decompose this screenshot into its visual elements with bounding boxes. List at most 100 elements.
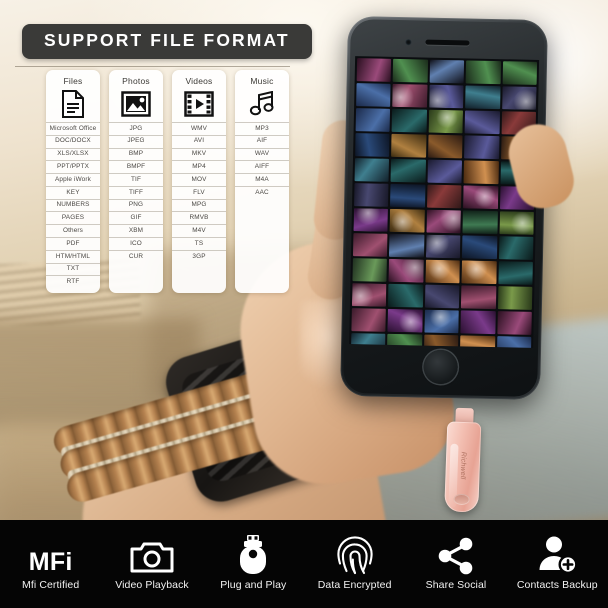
phone-screen[interactable] [349,56,540,348]
photo-thumbnail[interactable] [428,84,464,109]
format-item: TXT [46,262,100,276]
photo-thumbnail[interactable] [354,183,389,207]
photo-thumbnail[interactable] [355,133,390,157]
photo-thumbnail[interactable] [393,58,428,83]
supported-formats-panel: Files Microsoft Office DOC/DOCX XLS/XLSX PPT… [46,70,289,294]
feature-contacts-backup: Contacts Backup [507,536,608,591]
usb-flash-drive: Richwell [444,407,482,513]
photo-thumbnail[interactable] [429,59,465,84]
photo-thumbnail[interactable] [356,83,391,107]
photo-thumbnail[interactable] [353,208,389,232]
photo-thumbnail[interactable] [463,185,499,210]
photo-thumbnail[interactable] [460,310,496,335]
earpiece-speaker [425,39,470,46]
photo-thumbnail[interactable] [427,159,463,184]
photo-thumbnail[interactable] [496,311,532,335]
music-note-icon [248,89,276,119]
photo-thumbnail[interactable] [352,233,388,257]
format-item: KEY [46,185,100,199]
photo-thumbnail[interactable] [356,58,392,82]
feature-label: Mfi Certified [22,579,80,591]
photo-thumbnail[interactable] [464,135,500,160]
photo-thumbnail[interactable] [427,134,463,159]
feature-plug-and-play: Plug and Play [203,535,304,591]
feature-label: Video Playback [115,579,189,591]
photo-thumbnail[interactable] [501,86,537,110]
photo-thumbnail[interactable] [462,210,498,235]
format-item: JPEG [109,134,163,148]
format-item: MP4 [172,160,226,173]
photo-thumbnail[interactable] [426,184,462,209]
contacts-add-icon [537,536,578,575]
format-item: BMP [109,147,163,161]
format-item: FLV [172,185,226,199]
photo-thumbnail[interactable] [425,234,461,259]
photo-thumbnail[interactable] [465,60,501,85]
photo-thumbnail[interactable] [465,85,501,110]
usb-drive-body: Richwell [444,421,482,513]
format-item: MOV [172,173,226,186]
feature-label: Share Social [425,579,487,591]
photo-thumbnail[interactable] [464,110,500,135]
mfi-logo-text: MFi [28,548,73,576]
format-item: BMPF [109,160,163,173]
photo-thumbnail[interactable] [461,260,497,285]
format-item: DOC/DOCX [46,134,100,148]
photo-thumbnail[interactable] [426,209,462,234]
photo-thumbnail[interactable] [424,309,460,334]
format-item: M4A [235,173,289,186]
format-card-music: Music MP3 AIF WAV AIFF M4A AAC [235,70,289,294]
photo-thumbnail[interactable] [462,235,498,260]
photo-gallery-grid[interactable] [349,56,539,348]
format-list: Microsoft Office DOC/DOCX XLS/XLSX PPT/PPTX… [46,122,100,288]
format-item: AAC [235,185,289,199]
format-card-photos: Photos JPG JPEG BMP BMPF TIF TIFF PNG GIF XBM ICO C… [109,70,163,294]
photo-thumbnail[interactable] [390,183,426,208]
photo-thumbnail[interactable] [424,284,460,309]
photo-thumbnail[interactable] [392,83,428,108]
photo-thumbnail[interactable] [351,283,387,307]
format-item: Others [46,224,100,237]
photo-thumbnail[interactable] [355,108,391,132]
format-list: MP3 AIF WAV AIFF M4A AAC [235,122,289,199]
photo-thumbnail[interactable] [390,158,426,183]
photo-thumbnail[interactable] [388,283,424,308]
photo-thumbnail[interactable] [496,336,532,348]
banner-title: SUPPORT FILE FORMAT [44,30,290,50]
usb-drive-icon [236,535,270,575]
photo-thumbnail[interactable] [389,208,425,233]
format-item: MP3 [235,122,289,135]
photo-thumbnail[interactable] [497,286,533,310]
photo-thumbnail[interactable] [351,308,387,332]
photo-thumbnail[interactable] [461,285,496,310]
photo-thumbnail[interactable] [389,233,425,258]
photo-thumbnail[interactable] [387,308,423,333]
photo-thumbnail[interactable] [352,258,388,282]
feature-data-encrypted: Data Encrypted [304,536,405,591]
format-item: AVI [172,134,226,148]
product-marketing-image: Richwell SUPPORT FILE FORMAT Files Micros… [0,0,608,608]
format-card-title: Files [63,76,83,86]
photo-thumbnail[interactable] [425,259,461,284]
usb-brand-label: Richwell [458,451,467,480]
photo-thumbnail[interactable] [498,261,533,285]
photo-thumbnail[interactable] [388,258,424,283]
photo-thumbnail[interactable] [499,211,534,235]
format-item: AIF [235,134,289,148]
photo-thumbnail[interactable] [460,335,495,348]
photo-thumbnail[interactable] [391,108,427,133]
fingerprint-icon [336,536,374,575]
format-item: 3GP [172,249,226,263]
photo-thumbnail[interactable] [498,236,534,260]
format-item: JPG [109,122,163,135]
format-card-files: Files Microsoft Office DOC/DOCX XLS/XLSX PPT… [46,70,100,294]
photo-thumbnail[interactable] [428,109,464,134]
format-item: GIF [109,211,163,224]
phone-top-bezel [347,16,548,60]
photo-thumbnail[interactable] [391,133,427,158]
photo-thumbnail[interactable] [502,61,538,85]
photo-thumbnail[interactable] [463,160,499,185]
format-item: XBM [109,224,163,237]
feature-label: Plug and Play [220,579,287,591]
photo-thumbnail[interactable] [354,158,390,182]
